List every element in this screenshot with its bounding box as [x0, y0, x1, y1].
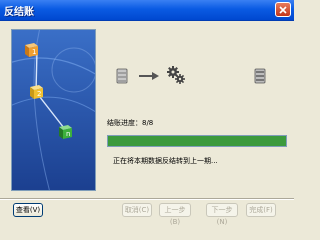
cube-icon: 1	[25, 43, 38, 57]
close-button[interactable]	[275, 2, 291, 17]
server-icon	[254, 68, 266, 86]
step-2-cube: 2	[27, 82, 45, 102]
window-title: 反结账	[4, 7, 34, 18]
progress-bar	[107, 135, 287, 147]
status-text: 正在将本期数据反结转到上一期...	[113, 157, 218, 165]
progress-label: 结账进度：8/8	[107, 118, 153, 128]
step-n-label: n	[66, 130, 70, 138]
step-2-label: 2	[37, 90, 41, 98]
wizard-illustration: 1 2 n	[11, 29, 96, 191]
footer-divider	[0, 198, 294, 200]
step-1-label: 1	[32, 48, 36, 56]
progress-fill	[108, 136, 286, 146]
progress-label-prefix: 结账进度：	[107, 119, 142, 127]
step-1-cube: 1	[22, 40, 40, 60]
next-button[interactable]: 下一步(N)	[206, 203, 238, 226]
cancel-button[interactable]: 取消(C)	[122, 203, 152, 217]
arrow-right-icon	[139, 72, 159, 82]
gears-icon	[166, 65, 186, 87]
view-button[interactable]: 查看(V)	[13, 203, 43, 217]
database-icon	[116, 68, 128, 86]
cube-icon: n	[59, 125, 72, 139]
cube-icon: 2	[30, 85, 43, 99]
prev-button[interactable]: 上一步(B)	[159, 203, 191, 226]
finish-button[interactable]: 完成(F)	[246, 203, 276, 217]
close-icon	[279, 6, 287, 14]
step-n-cube: n	[56, 122, 74, 142]
progress-count: 8/8	[142, 119, 154, 127]
title-bar[interactable]: 反结账	[0, 0, 294, 21]
